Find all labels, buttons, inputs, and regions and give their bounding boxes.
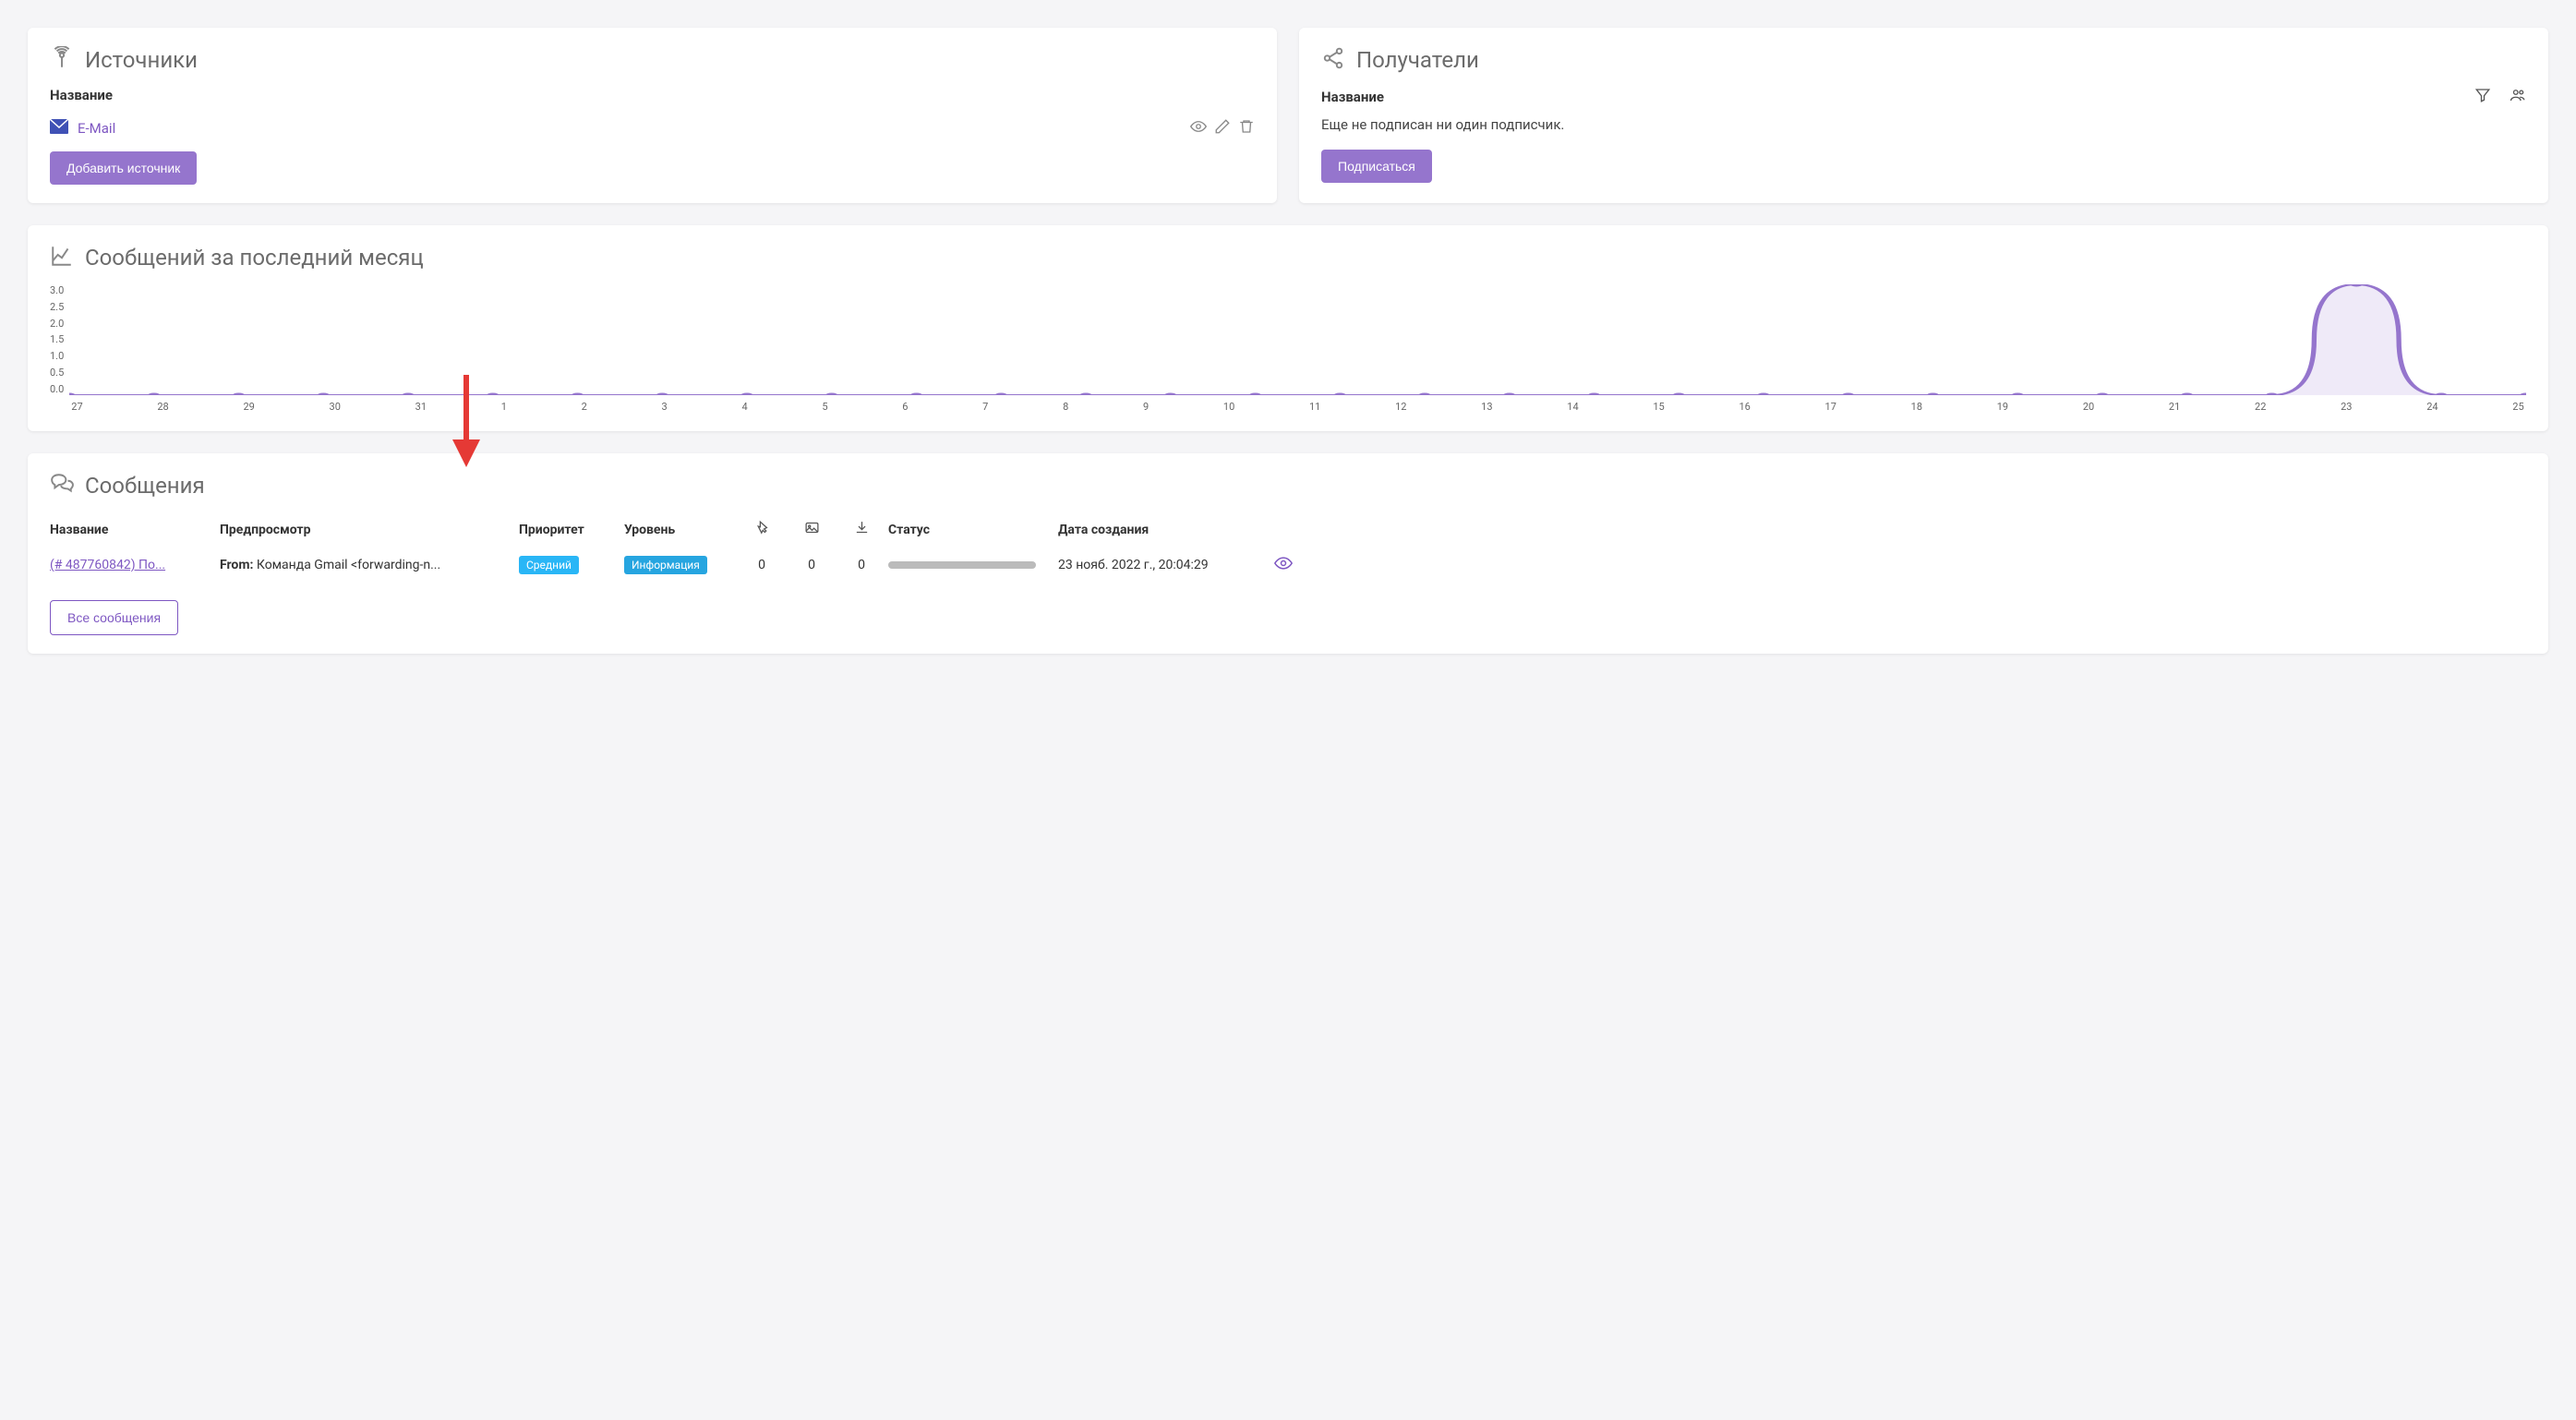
view-icon[interactable] [1190, 118, 1207, 138]
col-preview: Предпросмотр [220, 523, 515, 537]
chart-line-icon [50, 244, 74, 271]
add-source-button[interactable]: Добавить источник [50, 151, 197, 185]
chart-plot [69, 284, 2526, 395]
downloads-value: 0 [838, 558, 885, 572]
recipients-empty-text: Еще не подписан ни один подписчик. [1321, 116, 2526, 133]
clicks-value: 0 [739, 558, 785, 572]
chart-card: Сообщений за последний месяц 3.02.52.01.… [28, 225, 2548, 431]
created-date: 23 нояб. 2022 г., 20:04:29 [1058, 558, 1270, 572]
chart-y-axis: 3.02.52.01.51.00.50.0 [50, 284, 69, 395]
messages-title: Сообщения [85, 473, 205, 499]
source-link-email[interactable]: E-Mail [78, 120, 115, 137]
antenna-icon [50, 46, 74, 74]
chat-icon [50, 472, 74, 499]
recipients-header: Получатели [1321, 46, 2526, 74]
message-link[interactable]: (# 487760842) По... [50, 558, 216, 572]
col-status: Статус [888, 523, 1054, 537]
chart-header: Сообщений за последний месяц [50, 244, 2526, 271]
message-preview: From: Команда Gmail <forwarding-n... [220, 558, 515, 572]
mail-icon [50, 119, 68, 138]
status-progress [888, 561, 1036, 569]
all-messages-button[interactable]: Все сообщения [50, 600, 178, 635]
delete-icon[interactable] [1238, 118, 1255, 138]
sources-header: Источники [50, 46, 1255, 74]
col-name: Название [50, 523, 216, 537]
level-badge: Информация [624, 556, 707, 574]
source-actions [1190, 118, 1255, 138]
share-icon [1321, 46, 1345, 74]
sources-col-name: Название [50, 87, 1255, 103]
recipients-card: Получатели Название Еще не подписан ни о… [1299, 28, 2548, 203]
col-image-icon [788, 520, 835, 539]
priority-badge: Средний [519, 556, 579, 574]
messages-table-head: Название Предпросмотр Приоритет Уровень … [50, 512, 2526, 547]
col-clicks-icon [739, 520, 785, 539]
col-priority: Приоритет [519, 523, 620, 537]
filter-icon[interactable] [2474, 87, 2491, 107]
col-download-icon [838, 520, 885, 539]
subscribe-button[interactable]: Подписаться [1321, 150, 1432, 183]
chart-x-axis: 2728293031123456789101112131415161718192… [69, 401, 2526, 413]
messages-card: Сообщения Название Предпросмотр Приорите… [28, 453, 2548, 654]
views-value: 0 [788, 558, 835, 572]
messages-header: Сообщения [50, 472, 2526, 499]
group-icon[interactable] [2510, 87, 2526, 107]
sources-title: Источники [85, 47, 198, 73]
col-created: Дата создания [1058, 523, 1270, 537]
recipients-col-name: Название [1321, 89, 1384, 105]
col-level: Уровень [624, 523, 735, 537]
view-message-icon[interactable] [1274, 554, 1311, 576]
table-row: (# 487760842) По... From: Команда Gmail … [50, 547, 2526, 584]
edit-icon[interactable] [1214, 118, 1231, 138]
chart-title: Сообщений за последний месяц [85, 245, 424, 271]
source-row: E-Mail [50, 113, 1255, 151]
sources-card: Источники Название E-Mail [28, 28, 1277, 203]
recipients-title: Получатели [1356, 47, 1479, 73]
